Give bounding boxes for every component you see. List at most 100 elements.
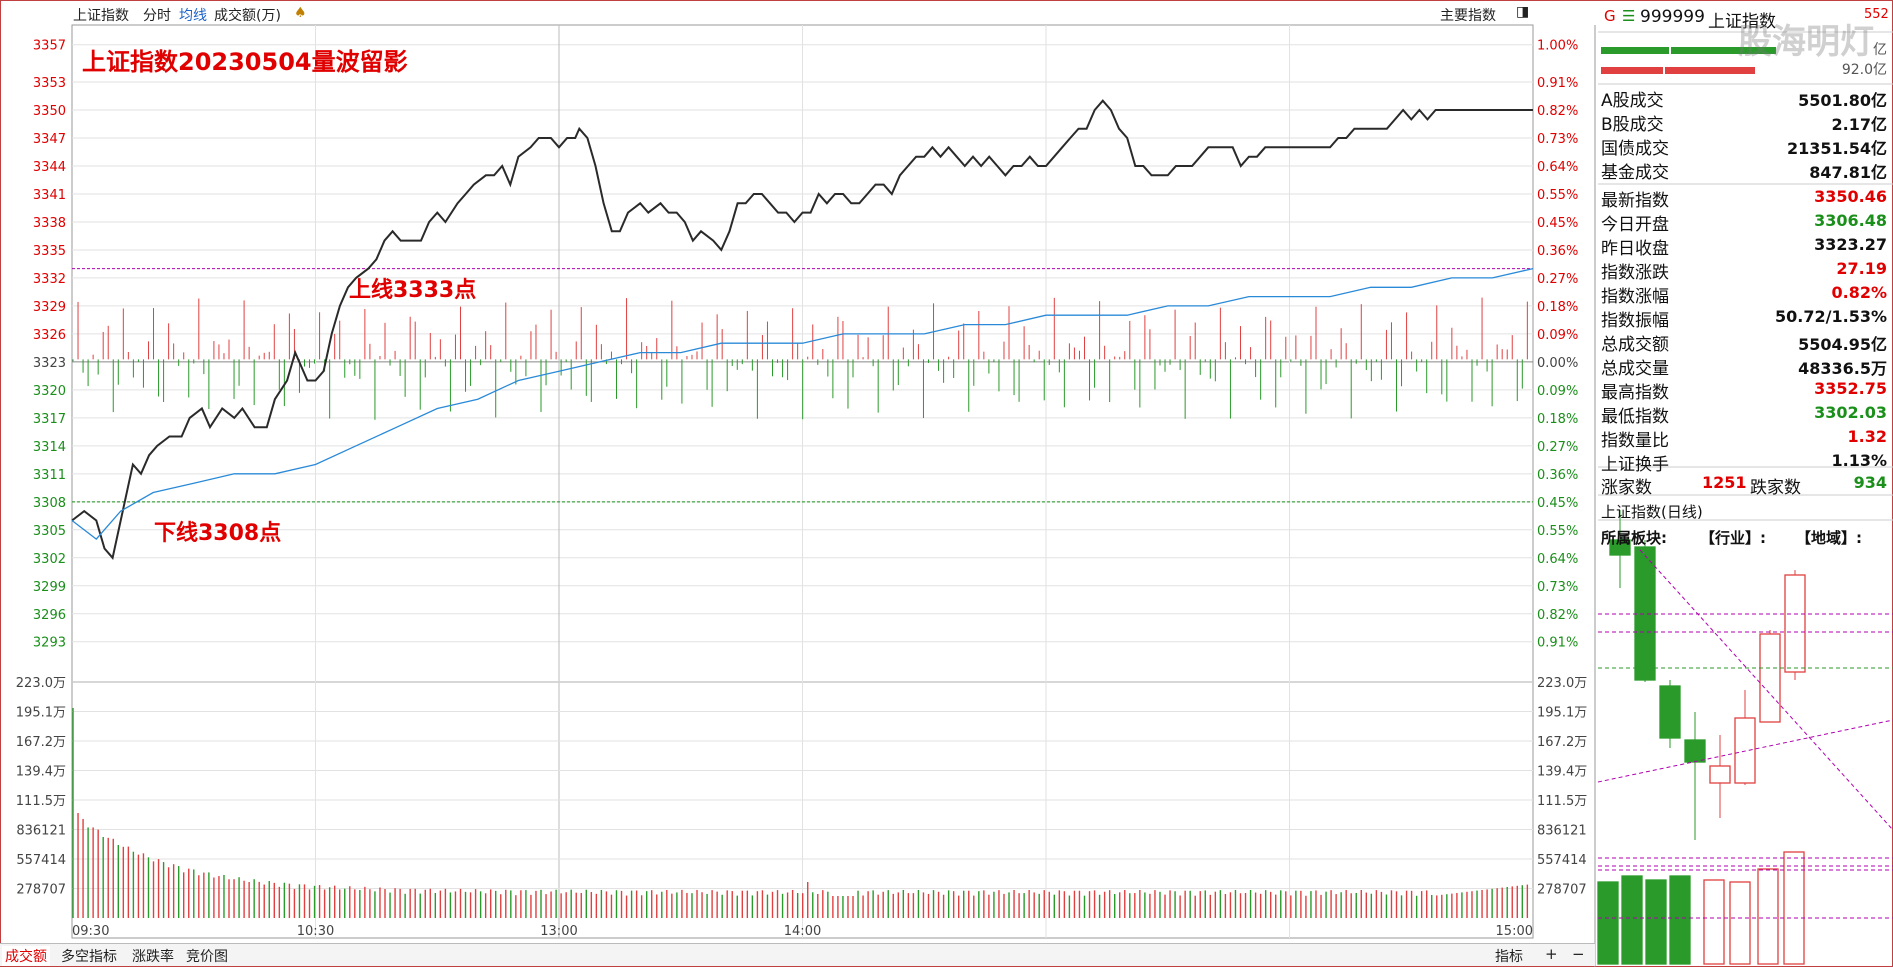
bell-icon[interactable]: ♠ (294, 5, 307, 21)
y-tick-label: 3326 (33, 328, 66, 343)
volume-tick-label-right: 111.5万 (1537, 794, 1587, 809)
stat-6-label: 总成交额 (1601, 335, 1669, 355)
y-tick-label: 3293 (33, 636, 66, 651)
advance-label: 涨家数 (1601, 478, 1652, 498)
turnover-3-value: 847.81亿 (1809, 163, 1887, 182)
turnover-0-label: A股成交 (1601, 91, 1664, 111)
stat-1-value: 3306.48 (1814, 211, 1887, 230)
volume-tick-label-right: 278707 (1537, 883, 1587, 898)
y-tick-label: 3302 (33, 552, 66, 567)
volume-tick-label: 195.1万 (16, 706, 66, 721)
tab-junxian[interactable]: 均线 (179, 5, 207, 25)
tab-long-short[interactable]: 多空指标 (58, 946, 120, 966)
volume-tick-label-right: 836121 (1537, 824, 1587, 839)
pct-tick-label: 0.64% (1537, 160, 1578, 175)
stat-1-label: 今日开盘 (1601, 215, 1669, 235)
app-window: 3357 1.00% 3353 0.91% 3350 0.82% 3347 0.73% 3344… (0, 0, 1893, 967)
bar-value-2: 92.0亿 (1841, 62, 1887, 78)
pct-tick-label: 0.36% (1537, 468, 1578, 483)
x-tick-label: 09:30 (72, 924, 109, 939)
volume-tick-label: 139.4万 (16, 765, 66, 780)
y-tick-label: 3347 (33, 132, 66, 147)
volume-tick-label: 223.0万 (16, 676, 66, 691)
y-tick-label: 3332 (33, 272, 66, 287)
tab-volume[interactable]: 成交额 (2, 946, 50, 966)
y-tick-label: 3338 (33, 216, 66, 231)
main-index-button[interactable]: 主要指数 (1440, 5, 1496, 25)
volume-tick-label: 111.5万 (16, 794, 66, 809)
lower-line-label: 下线3308点 (154, 521, 282, 546)
turnover-3-label: 基金成交 (1601, 163, 1669, 183)
stat-4-label: 指数涨幅 (1601, 287, 1669, 307)
upper-line-label: 上线3333点 (349, 278, 477, 303)
zoom-in-button[interactable]: + (1545, 945, 1558, 963)
y-tick-label: 3299 (33, 580, 66, 595)
menu-icon[interactable]: ☰ (1622, 7, 1635, 25)
volume-tick-label-right: 167.2万 (1537, 735, 1587, 750)
volume-tick-label-right: 557414 (1537, 853, 1587, 868)
tab-rise-fall-rate[interactable]: 涨跌率 (129, 946, 177, 966)
tab-auction[interactable]: 竞价图 (183, 946, 231, 966)
zoom-out-button[interactable]: − (1572, 945, 1585, 963)
stat-5-value: 50.72/1.53% (1775, 307, 1887, 326)
y-tick-label: 3305 (33, 524, 66, 539)
volume-tick-label: 836121 (16, 824, 66, 839)
turnover-1-value: 2.17亿 (1831, 115, 1887, 134)
stat-8-label: 最高指数 (1601, 383, 1669, 403)
x-tick-label: 10:30 (297, 924, 334, 939)
tab-volume-amount[interactable]: 成交额(万) (214, 5, 281, 25)
pct-tick-label: 0.45% (1537, 216, 1578, 231)
stat-9-label: 最低指数 (1601, 407, 1669, 427)
bar-value-1: 亿 (1873, 42, 1887, 58)
pct-tick-label: 0.18% (1537, 300, 1578, 315)
y-tick-label: 3323 (33, 356, 66, 371)
stat-0-value: 3350.46 (1814, 187, 1887, 206)
stat-2-label: 昨日收盘 (1601, 239, 1669, 259)
chart-name: 上证指数 (73, 8, 129, 24)
stat-3-value: 27.19 (1836, 259, 1887, 278)
pct-tick-label: 0.00% (1537, 356, 1578, 371)
volume-tick-label-right: 195.1万 (1537, 706, 1587, 721)
stat-7-value: 48336.5万 (1798, 359, 1887, 378)
turnover-0-value: 5501.80亿 (1798, 91, 1887, 110)
industry-label: 【行业】: (1700, 529, 1766, 547)
y-tick-label: 3296 (33, 608, 66, 623)
y-tick-label: 3308 (33, 496, 66, 511)
y-tick-label: 3329 (33, 300, 66, 315)
pct-tick-label: 0.09% (1537, 384, 1578, 399)
tab-fenshi[interactable]: 分时 (143, 5, 171, 25)
daily-chart-title: 上证指数(日线) (1601, 503, 1703, 521)
y-tick-label: 3320 (33, 384, 66, 399)
index-code: 999999 (1640, 7, 1705, 27)
pct-tick-label: 0.91% (1537, 636, 1578, 651)
overlay-title: 上证指数20230504量波留影 (82, 48, 408, 76)
stat-4-value: 0.82% (1831, 283, 1887, 302)
pct-tick-label: 0.91% (1537, 76, 1578, 91)
indicator-button[interactable]: 指标 (1492, 946, 1526, 966)
volume-tick-label-right: 223.0万 (1537, 676, 1587, 691)
pct-tick-label: 0.82% (1537, 104, 1578, 119)
panel-toggle-icon[interactable]: ◨ (1516, 4, 1529, 20)
stat-9-value: 3302.03 (1814, 403, 1887, 422)
decline-value: 934 (1853, 473, 1887, 492)
pct-tick-label: 0.09% (1537, 328, 1578, 343)
pct-tick-label: 1.00% (1537, 39, 1578, 54)
region-label: 【地域】: (1796, 529, 1862, 547)
watermark-logo: 股海明灯 (1738, 22, 1874, 62)
stat-5-label: 指数振幅 (1601, 311, 1669, 331)
x-tick-label: 13:00 (540, 924, 577, 939)
y-tick-label: 3311 (33, 468, 66, 483)
stat-7-label: 总成交量 (1601, 359, 1669, 379)
volume-tick-label: 278707 (16, 883, 66, 898)
pct-tick-label: 0.55% (1537, 524, 1578, 539)
x-tick-label: 15:00 (1496, 924, 1533, 939)
quote-sidebar: G ☰ 999999 上证指数 552 股海明灯 亿 92.0亿 涨家数 125… (1598, 0, 1893, 967)
pct-tick-label: 0.64% (1537, 552, 1578, 567)
pct-tick-label: 0.73% (1537, 580, 1578, 595)
stat-10-label: 指数量比 (1601, 431, 1669, 451)
pct-tick-label: 0.55% (1537, 188, 1578, 203)
volume-tick-label: 557414 (16, 853, 66, 868)
y-tick-label: 3344 (33, 160, 66, 175)
y-tick-label: 3353 (33, 76, 66, 91)
sector-label: 所属板块: (1601, 529, 1667, 547)
